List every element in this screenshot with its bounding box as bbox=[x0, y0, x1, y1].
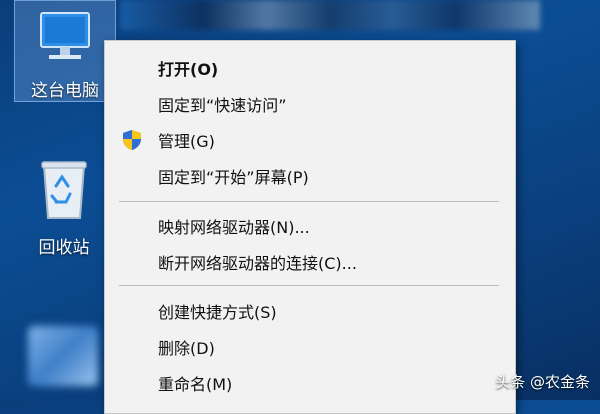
menu-separator bbox=[119, 201, 499, 202]
menu-item-rename[interactable]: 重命名(M) bbox=[105, 366, 515, 400]
menu-item-label: 固定到“快速访问” bbox=[158, 96, 287, 115]
menu-item-map-network-drive[interactable]: 映射网络驱动器(N)... bbox=[105, 209, 515, 243]
desktop-icon-label: 回收站 bbox=[38, 238, 90, 258]
menu-item-label: 固定到“开始”屏幕(P) bbox=[158, 168, 309, 187]
menu-item-disconnect-network-drive[interactable]: 断开网络驱动器的连接(C)... bbox=[105, 245, 515, 279]
menu-item-label: 重命名(M) bbox=[158, 375, 233, 394]
menu-item-manage[interactable]: 管理(G) bbox=[105, 123, 515, 157]
menu-separator bbox=[119, 285, 499, 286]
menu-item-label: 删除(D) bbox=[158, 339, 215, 358]
context-menu: 打开(O) 固定到“快速访问” 管理(G) 固定到“开始”屏幕(P) 映射网络驱… bbox=[104, 40, 516, 414]
menu-item-delete[interactable]: 删除(D) bbox=[105, 330, 515, 364]
desktop-icon-label: 这台电脑 bbox=[31, 81, 99, 101]
menu-item-label: 映射网络驱动器(N)... bbox=[158, 218, 310, 237]
desktop-icon-this-pc[interactable]: 这台电脑 bbox=[14, 0, 116, 102]
menu-item-pin-quick-access[interactable]: 固定到“快速访问” bbox=[105, 87, 515, 121]
menu-item-create-shortcut[interactable]: 创建快捷方式(S) bbox=[105, 294, 515, 328]
recycle-bin-icon bbox=[41, 161, 87, 219]
shield-icon bbox=[123, 130, 141, 150]
desktop-icon-recycle-bin[interactable]: 回收站 bbox=[14, 148, 114, 268]
blurred-desktop-icon[interactable] bbox=[28, 326, 98, 386]
menu-item-label: 打开(O) bbox=[158, 60, 219, 79]
menu-item-open[interactable]: 打开(O) bbox=[105, 51, 515, 85]
blurred-taskbar-region bbox=[120, 0, 540, 30]
watermark: 头条 @农金条 bbox=[495, 373, 590, 391]
menu-item-pin-start[interactable]: 固定到“开始”屏幕(P) bbox=[105, 159, 515, 193]
menu-item-label: 管理(G) bbox=[158, 132, 215, 151]
menu-item-label: 创建快捷方式(S) bbox=[158, 303, 277, 322]
menu-item-label: 断开网络驱动器的连接(C)... bbox=[158, 254, 357, 273]
computer-icon bbox=[40, 12, 90, 59]
